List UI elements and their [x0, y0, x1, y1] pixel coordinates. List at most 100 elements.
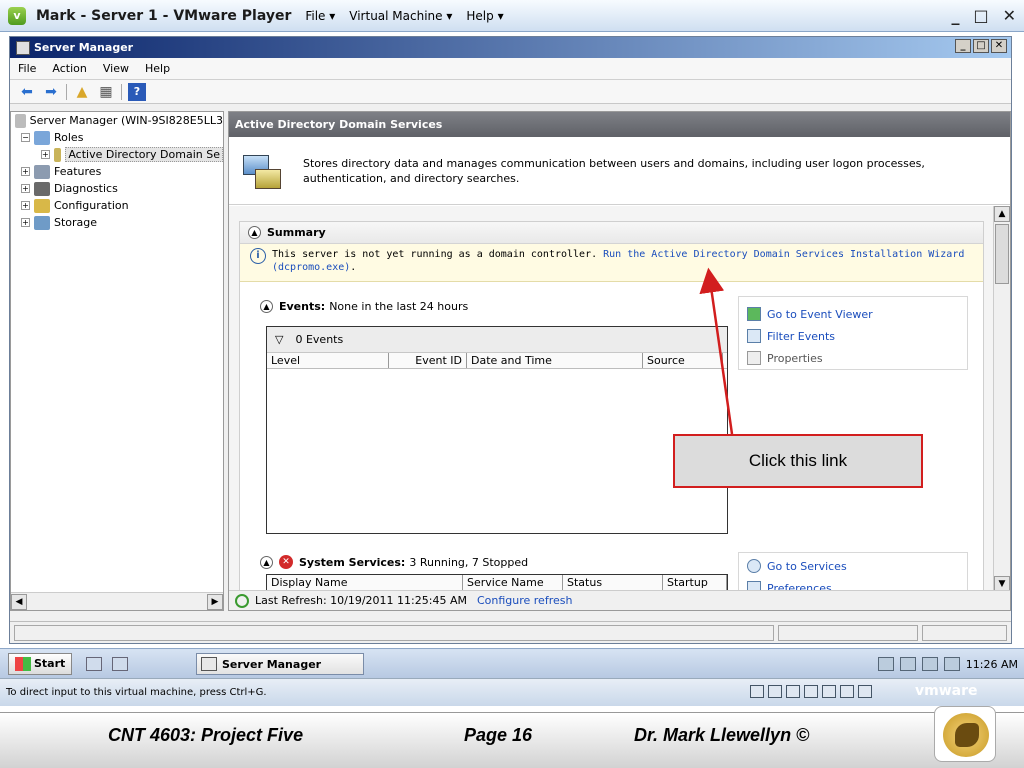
collapse-section-icon[interactable]: ▲ — [260, 555, 273, 569]
server-manager-quick-icon[interactable] — [86, 656, 103, 671]
quick-launch — [86, 656, 129, 671]
events-column-headers: Level Event ID Date and Time Source — [267, 353, 727, 369]
action-label: Go to Services — [767, 559, 847, 573]
vmware-menu-virtual-machine[interactable]: Virtual Machine ▾ — [349, 9, 452, 23]
collapse-section-icon[interactable]: ▲ — [248, 226, 261, 239]
network-adapter-icon[interactable] — [804, 685, 818, 698]
vmware-player-icon: v — [8, 6, 26, 25]
minimize-icon[interactable]: _ — [951, 6, 959, 25]
menu-help[interactable]: Help — [145, 62, 170, 75]
properties-link[interactable]: Properties — [747, 347, 959, 369]
tree-item-features[interactable]: + Features — [11, 163, 223, 180]
show-desktop-icon[interactable] — [112, 656, 129, 671]
restore-icon[interactable]: □ — [973, 6, 988, 25]
pane-title: Active Directory Domain Services — [229, 112, 1010, 137]
windows-taskbar: Start Server Manager 11:26 AM — [0, 648, 1024, 678]
dcpromo-link[interactable]: (dcpromo.exe) — [272, 262, 350, 273]
column-event-id[interactable]: Event ID — [389, 353, 467, 368]
vmware-menu-help[interactable]: Help ▾ — [466, 9, 503, 23]
forward-arrow-icon[interactable]: ➡ — [42, 83, 60, 101]
tree-horizontal-scrollbar[interactable]: ◀ ▶ — [11, 592, 223, 610]
action-label: Filter Events — [767, 329, 835, 343]
close-icon[interactable]: ✕ — [1003, 6, 1016, 25]
column-service-name[interactable]: Service Name — [463, 575, 563, 591]
sm-close-icon[interactable]: ✕ — [991, 39, 1007, 53]
tree-item-server-manager[interactable]: Server Manager (WIN-9SI828E5LL3 — [11, 112, 223, 129]
refresh-icon[interactable] — [235, 593, 249, 608]
tree-item-diagnostics[interactable]: + Diagnostics — [11, 180, 223, 197]
callout-box: Click this link — [673, 434, 923, 488]
info-period: . — [350, 262, 357, 273]
scroll-thumb[interactable] — [995, 224, 1009, 284]
tray-volume-icon[interactable] — [943, 657, 960, 671]
start-button[interactable]: Start — [8, 652, 73, 675]
tray-network-icon[interactable] — [921, 657, 938, 671]
expand-icon[interactable]: + — [21, 167, 30, 176]
tree-item-label: Features — [54, 165, 102, 178]
help-icon[interactable]: ? — [128, 82, 146, 101]
column-date-time[interactable]: Date and Time — [467, 353, 643, 368]
tree-item-configuration[interactable]: + Configuration — [11, 197, 223, 214]
taskbar-server-manager[interactable]: Server Manager — [196, 653, 364, 675]
show-hide-tree-icon[interactable]: ▦ — [97, 83, 115, 101]
cd-drive-icon[interactable] — [768, 685, 782, 698]
footer-author: Dr. Mark Llewellyn © — [634, 725, 810, 745]
tree-item-label: Server Manager (WIN-9SI828E5LL3 — [29, 114, 223, 127]
dcpromo-wizard-link[interactable]: Run the Active Directory Domain Services… — [603, 249, 964, 260]
tree-item-active-directory[interactable]: + Active Directory Domain Se — [11, 146, 223, 163]
expand-icon[interactable]: + — [21, 184, 30, 193]
column-startup[interactable]: Startup — [663, 575, 727, 591]
configure-refresh-link[interactable]: Configure refresh — [477, 594, 572, 607]
column-status[interactable]: Status — [563, 575, 663, 591]
vmware-menu-bar: File ▾ Virtual Machine ▾ Help ▾ — [305, 9, 503, 23]
action-label: Properties — [767, 351, 823, 365]
events-header: ▲ Events: None in the last 24 hours — [260, 296, 732, 316]
tree-item-roles[interactable]: − Roles — [11, 129, 223, 146]
details-vertical-scrollbar[interactable]: ▲ ▼ — [993, 206, 1010, 592]
column-level[interactable]: Level — [267, 353, 389, 368]
expand-icon[interactable]: + — [21, 201, 30, 210]
up-folder-icon[interactable]: ▲ — [73, 83, 91, 101]
go-to-event-viewer-link[interactable]: Go to Event Viewer — [747, 303, 959, 325]
collapse-icon[interactable]: − — [21, 133, 30, 142]
expand-icon[interactable]: + — [21, 218, 30, 227]
expand-icon[interactable]: + — [41, 150, 50, 159]
sm-maximize-icon[interactable]: □ — [973, 39, 989, 53]
scroll-left-icon[interactable]: ◀ — [11, 593, 27, 610]
clock[interactable]: 11:26 AM — [966, 658, 1018, 671]
scroll-up-icon[interactable]: ▲ — [994, 206, 1010, 222]
toolbar-separator — [121, 83, 122, 100]
tray-security-icon[interactable] — [899, 657, 916, 671]
role-description: Stores directory data and manages commun… — [229, 137, 1010, 205]
message-icon[interactable] — [858, 685, 872, 698]
hard-disk-icon[interactable] — [750, 685, 764, 698]
details-pane: Active Directory Domain Services Stores … — [228, 111, 1011, 611]
menu-action[interactable]: Action — [52, 62, 86, 75]
sm-toolbar: ⬅ ➡ ▲ ▦ ? — [10, 80, 1011, 104]
sm-menu-bar: File Action View Help — [10, 58, 1011, 80]
menu-file[interactable]: File — [18, 62, 36, 75]
tree-item-label: Storage — [54, 216, 98, 229]
events-filter-bar: ▽ 0 Events — [267, 327, 727, 353]
status-cell — [778, 625, 918, 641]
vmware-menu-file[interactable]: File ▾ — [305, 9, 335, 23]
refresh-status-bar: Last Refresh: 10/19/2011 11:25:45 AM Con… — [229, 590, 1010, 610]
summary-header[interactable]: ▲ Summary — [240, 222, 983, 244]
scroll-right-icon[interactable]: ▶ — [207, 593, 223, 610]
filter-events-link[interactable]: Filter Events — [747, 325, 959, 347]
vmware-window-title: Mark - Server 1 - VMware Player — [36, 7, 292, 24]
sm-minimize-icon[interactable]: _ — [955, 39, 971, 53]
tree-item-storage[interactable]: + Storage — [11, 214, 223, 231]
column-source[interactable]: Source — [643, 353, 723, 368]
sound-icon[interactable] — [840, 685, 854, 698]
filter-icon — [747, 329, 761, 343]
go-to-services-link[interactable]: Go to Services — [747, 555, 959, 577]
column-display-name[interactable]: Display Name — [267, 575, 463, 591]
tray-app-icon[interactable] — [877, 657, 894, 671]
menu-view[interactable]: View — [103, 62, 129, 75]
usb-icon[interactable] — [822, 685, 836, 698]
back-arrow-icon[interactable]: ⬅ — [18, 83, 36, 101]
collapse-section-icon[interactable]: ▲ — [260, 299, 273, 313]
floppy-icon[interactable] — [786, 685, 800, 698]
filter-icon[interactable]: ▽ — [275, 333, 283, 346]
